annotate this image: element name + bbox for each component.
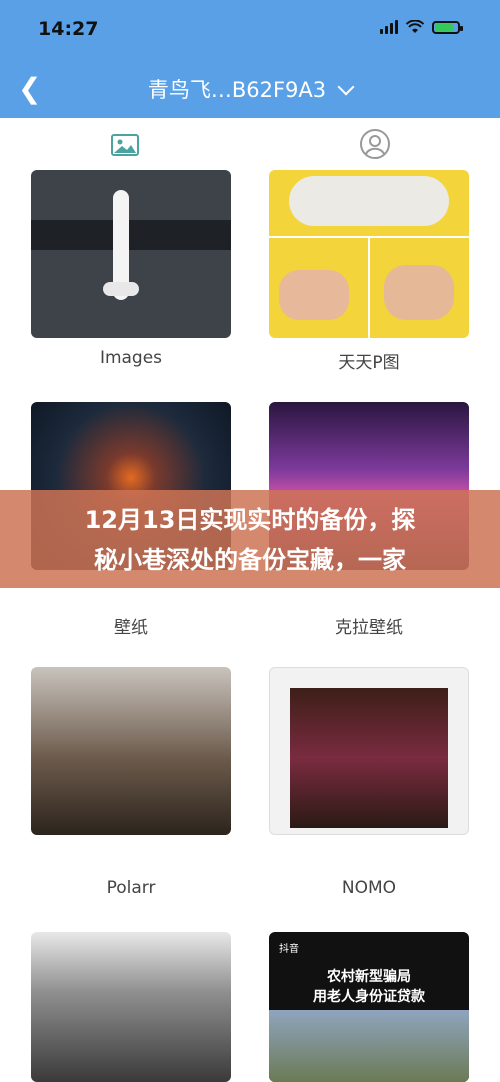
album-thumbnail	[269, 667, 469, 835]
album-label: Polarr	[106, 878, 156, 898]
album-label: Images	[99, 348, 163, 368]
status-indicators	[380, 20, 463, 34]
battery-icon	[432, 20, 463, 34]
album-thumbnail	[269, 170, 469, 338]
header-title: 青鸟飞…B62F9A3	[147, 78, 327, 102]
thumb-scene	[269, 1010, 469, 1082]
album-douyin[interactable]: 抖音 农村新型骗局 用老人身份证贷款	[269, 932, 469, 1082]
tab-bar	[0, 118, 500, 168]
header-bar: ❮ 青鸟飞…B62F9A3	[0, 60, 500, 118]
status-time: 14:27	[38, 18, 99, 40]
album-label: NOMO	[341, 878, 397, 898]
album-label: 克拉壁纸	[335, 618, 403, 638]
status-bar: 14:27	[0, 0, 500, 60]
album-thumbnail	[31, 170, 231, 338]
tiktok-watermark: 抖音	[279, 944, 299, 955]
album-thumbnail: 抖音 农村新型骗局 用老人身份证贷款	[269, 932, 469, 1082]
album-thumbnail	[31, 667, 231, 835]
wifi-icon	[406, 20, 424, 33]
album-polarr[interactable]: Polarr	[31, 667, 231, 898]
chevron-down-icon	[337, 78, 355, 96]
album-tiantian-p[interactable]: 天天P图	[269, 170, 469, 373]
gallery-tab-icon[interactable]	[109, 128, 141, 160]
album-label: 壁纸	[114, 618, 148, 638]
signal-icon	[380, 20, 398, 34]
album-images[interactable]: Images	[31, 170, 231, 368]
album-thumbnail	[31, 932, 231, 1082]
article-title-banner: 12月13日实现实时的备份，探 秘小巷深处的备份宝藏，一家	[0, 490, 500, 588]
banner-line-2: 秘小巷深处的备份宝藏，一家	[94, 546, 406, 574]
album-label: 天天P图	[338, 353, 400, 373]
album-nomo[interactable]: NOMO	[269, 667, 469, 898]
people-tab-icon[interactable]	[359, 128, 391, 160]
header-title-dropdown[interactable]: 青鸟飞…B62F9A3	[0, 74, 500, 104]
album-street[interactable]	[31, 932, 231, 1082]
banner-line-1: 12月13日实现实时的备份，探	[84, 506, 416, 534]
thumb-caption-2: 用老人身份证贷款	[313, 989, 425, 1005]
thumb-caption-1: 农村新型骗局	[327, 969, 411, 985]
